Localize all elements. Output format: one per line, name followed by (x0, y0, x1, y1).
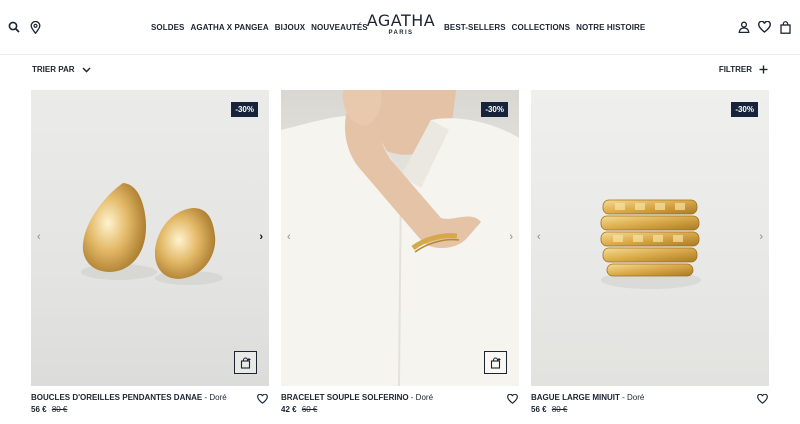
original-price: 80 € (51, 405, 68, 414)
header-left-icons (7, 20, 42, 34)
product-color: - Doré (622, 393, 645, 402)
carousel-next-arrow-icon[interactable]: › (759, 230, 763, 244)
logo-wordmark: AGATHA (366, 11, 436, 30)
discount-badge: -30% (731, 102, 758, 117)
product-title-row: BAGUE LARGE MINUIT - Doré (531, 393, 644, 402)
quick-add-button[interactable] (234, 351, 257, 374)
nav-best-sellers[interactable]: BEST-SELLERS (444, 23, 506, 32)
product-info: BRACELET SOUPLE SOLFERINO - Doré 42 € 60… (281, 386, 519, 420)
product-color: - Doré (204, 393, 227, 402)
chevron-down-icon (82, 67, 91, 73)
price-row: 42 € 60 € (281, 405, 317, 414)
product-color: - Doré (410, 393, 434, 402)
header-right-icons (737, 20, 792, 34)
product-title-row: BRACELET SOUPLE SOLFERINO - Doré (281, 393, 433, 402)
product-card[interactable]: -30% ‹ › BRACELET SOUPLE SOLFERINO - Dor… (281, 90, 519, 420)
sort-label: TRIER PAR (32, 65, 75, 74)
product-card[interactable]: -30% ‹ › BOUCLES D'OREILLES PENDANTES DA… (31, 90, 269, 420)
product-image[interactable]: -30% ‹ › (281, 90, 519, 386)
nav-nouveautes[interactable]: NOUVEAUTÉS (311, 23, 368, 32)
carousel-prev-arrow-icon[interactable]: ‹ (287, 230, 291, 244)
current-price: 42 € (281, 405, 297, 414)
quick-add-button[interactable] (484, 351, 507, 374)
product-title-row: BOUCLES D'OREILLES PENDANTES DANAE - Dor… (31, 393, 227, 402)
discount-badge: -30% (231, 102, 258, 117)
heart-icon[interactable] (758, 20, 771, 34)
product-info: BOUCLES D'OREILLES PENDANTES DANAE - Dor… (31, 386, 269, 420)
location-pin-icon[interactable] (29, 20, 42, 34)
wishlist-heart-icon[interactable] (757, 391, 768, 409)
filter-label: FILTRER (718, 65, 752, 74)
original-price: 80 € (551, 405, 568, 414)
search-icon[interactable] (7, 20, 20, 34)
carousel-next-arrow-icon[interactable]: › (259, 230, 263, 244)
carousel-next-arrow-icon[interactable]: › (509, 230, 513, 244)
current-price: 56 € (31, 405, 47, 414)
price-row: 56 € 80 € (31, 405, 67, 414)
bag-icon[interactable] (779, 20, 792, 34)
account-icon[interactable] (737, 20, 750, 34)
quick-add-bag-icon (240, 357, 250, 369)
original-price: 60 € (301, 405, 318, 414)
product-name[interactable]: BRACELET SOUPLE SOLFERINO (281, 393, 409, 402)
listing-toolbar: TRIER PAR FILTRER (0, 56, 800, 86)
filter-button[interactable]: FILTRER (719, 65, 768, 74)
wishlist-heart-icon[interactable] (257, 391, 268, 409)
product-image[interactable]: -30% ‹ › (31, 90, 269, 386)
brand-logo[interactable]: AGATHA PARIS (366, 11, 436, 37)
ring-image (600, 199, 701, 289)
nav-soldes[interactable]: SOLDES (151, 23, 185, 32)
quick-add-bag-icon (490, 357, 500, 369)
main-nav-right: BEST-SELLERS COLLECTIONS NOTRE HISTOIRE (444, 23, 645, 32)
product-name[interactable]: BAGUE LARGE MINUIT (531, 393, 620, 402)
nav-notre-histoire[interactable]: NOTRE HISTOIRE (576, 23, 645, 32)
price-row: 56 € 80 € (531, 405, 567, 414)
product-name[interactable]: BOUCLES D'OREILLES PENDANTES DANAE (31, 393, 202, 402)
earrings-image (81, 183, 223, 285)
bracelet-model-image (281, 90, 519, 386)
product-image[interactable]: -30% ‹ › (531, 90, 769, 386)
carousel-prev-arrow-icon[interactable]: ‹ (37, 230, 41, 244)
nav-collections[interactable]: COLLECTIONS (512, 23, 570, 32)
sort-button[interactable]: TRIER PAR (32, 65, 91, 74)
logo-subline: PARIS (388, 30, 414, 36)
nav-bijoux[interactable]: BIJOUX (275, 23, 305, 32)
nav-agatha-x-pangea[interactable]: AGATHA X PANGEA (191, 23, 269, 32)
wishlist-heart-icon[interactable] (507, 391, 518, 409)
current-price: 56 € (531, 405, 547, 414)
product-info: BAGUE LARGE MINUIT - Doré 56 € 80 € (531, 386, 769, 420)
carousel-prev-arrow-icon[interactable]: ‹ (537, 230, 541, 244)
site-header: SOLDES AGATHA X PANGEA BIJOUX NOUVEAUTÉS… (0, 0, 800, 55)
plus-icon (759, 65, 768, 74)
main-nav-left: SOLDES AGATHA X PANGEA BIJOUX NOUVEAUTÉS (151, 23, 368, 32)
product-card[interactable]: -30% ‹ › BAGUE LARGE MINUIT - Doré 56 € … (531, 90, 769, 420)
discount-badge: -30% (481, 102, 508, 117)
